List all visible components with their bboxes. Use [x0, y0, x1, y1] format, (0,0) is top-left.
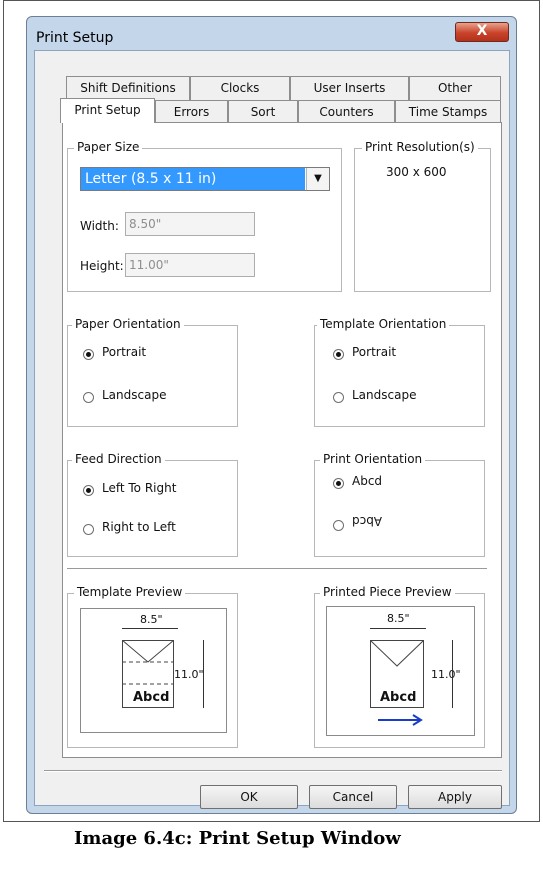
template-portrait-label: Portrait: [352, 345, 397, 359]
tab-time-stamps[interactable]: Time Stamps: [395, 100, 501, 122]
right-to-left-radio[interactable]: [83, 524, 94, 535]
template-height-line: [203, 640, 204, 708]
width-field[interactable]: 8.50": [125, 212, 255, 236]
printed-height-line: [452, 640, 453, 708]
figure-caption: Image 6.4c: Print Setup Window: [74, 828, 401, 849]
template-width-dim: 8.5": [140, 613, 163, 626]
printed-width-line: [370, 628, 426, 629]
feed-direction-legend: Feed Direction: [72, 452, 165, 466]
tab-shift-definitions[interactable]: Shift Definitions: [66, 76, 190, 100]
tab-user-inserts[interactable]: User Inserts: [290, 76, 409, 100]
printed-sample-text: Abcd: [380, 690, 417, 705]
print-upright-label: Abcd: [352, 474, 383, 488]
tab-other[interactable]: Other: [409, 76, 501, 100]
ok-button[interactable]: OK: [200, 785, 298, 809]
close-button[interactable]: X: [455, 22, 509, 42]
tab-print-setup[interactable]: Print Setup: [60, 98, 155, 123]
feed-arrow-icon: [378, 714, 423, 726]
template-portrait-radio[interactable]: [333, 349, 344, 360]
height-field[interactable]: 11.00": [125, 253, 255, 277]
window-title: Print Setup: [36, 30, 114, 46]
left-to-right-radio[interactable]: [83, 485, 94, 496]
print-orientation-group: [314, 460, 485, 557]
paper-portrait-radio[interactable]: [83, 349, 94, 360]
paper-portrait-label: Portrait: [102, 345, 147, 359]
left-to-right-label: Left To Right: [102, 481, 177, 495]
tab-errors[interactable]: Errors: [155, 100, 228, 122]
template-width-line: [122, 628, 178, 629]
tab-counters[interactable]: Counters: [298, 100, 395, 122]
print-resolution-legend: Print Resolution(s): [362, 140, 478, 154]
print-upright-radio[interactable]: [333, 478, 344, 489]
template-sample-text: Abcd: [133, 690, 170, 705]
template-orientation-group: [314, 325, 485, 427]
separator: [67, 568, 487, 570]
printed-preview-legend: Printed Piece Preview: [320, 585, 455, 599]
template-landscape-radio[interactable]: [333, 392, 344, 403]
feed-direction-group: [67, 460, 238, 557]
print-resolution-value: 300 x 600: [386, 165, 447, 179]
template-orientation-legend: Template Orientation: [317, 317, 450, 331]
right-to-left-label: Right to Left: [102, 520, 176, 534]
paper-orientation-legend: Paper Orientation: [72, 317, 184, 331]
tab-sort[interactable]: Sort: [228, 100, 298, 122]
chevron-down-icon[interactable]: ▼: [306, 168, 329, 190]
printed-height-dim: 11.0": [431, 668, 461, 681]
paper-orientation-group: [67, 325, 238, 427]
paper-size-legend: Paper Size: [74, 140, 143, 154]
paper-landscape-label: Landscape: [102, 388, 167, 402]
print-flipped-radio[interactable]: [333, 520, 344, 531]
paper-size-selected-value[interactable]: Letter (8.5 x 11 in): [81, 168, 305, 190]
cancel-button[interactable]: Cancel: [309, 785, 397, 809]
print-orientation-legend: Print Orientation: [320, 452, 426, 466]
template-height-dim: 11.0": [174, 668, 204, 681]
template-preview-legend: Template Preview: [74, 585, 186, 599]
template-landscape-label: Landscape: [352, 388, 417, 402]
tab-clocks[interactable]: Clocks: [190, 76, 290, 100]
printed-width-dim: 8.5": [387, 612, 410, 625]
apply-button[interactable]: Apply: [408, 785, 502, 809]
print-flipped-label: Abcd: [352, 514, 383, 528]
paper-landscape-radio[interactable]: [83, 392, 94, 403]
width-label: Width:: [80, 219, 119, 233]
height-label: Height:: [80, 259, 124, 273]
button-separator: [44, 770, 502, 772]
